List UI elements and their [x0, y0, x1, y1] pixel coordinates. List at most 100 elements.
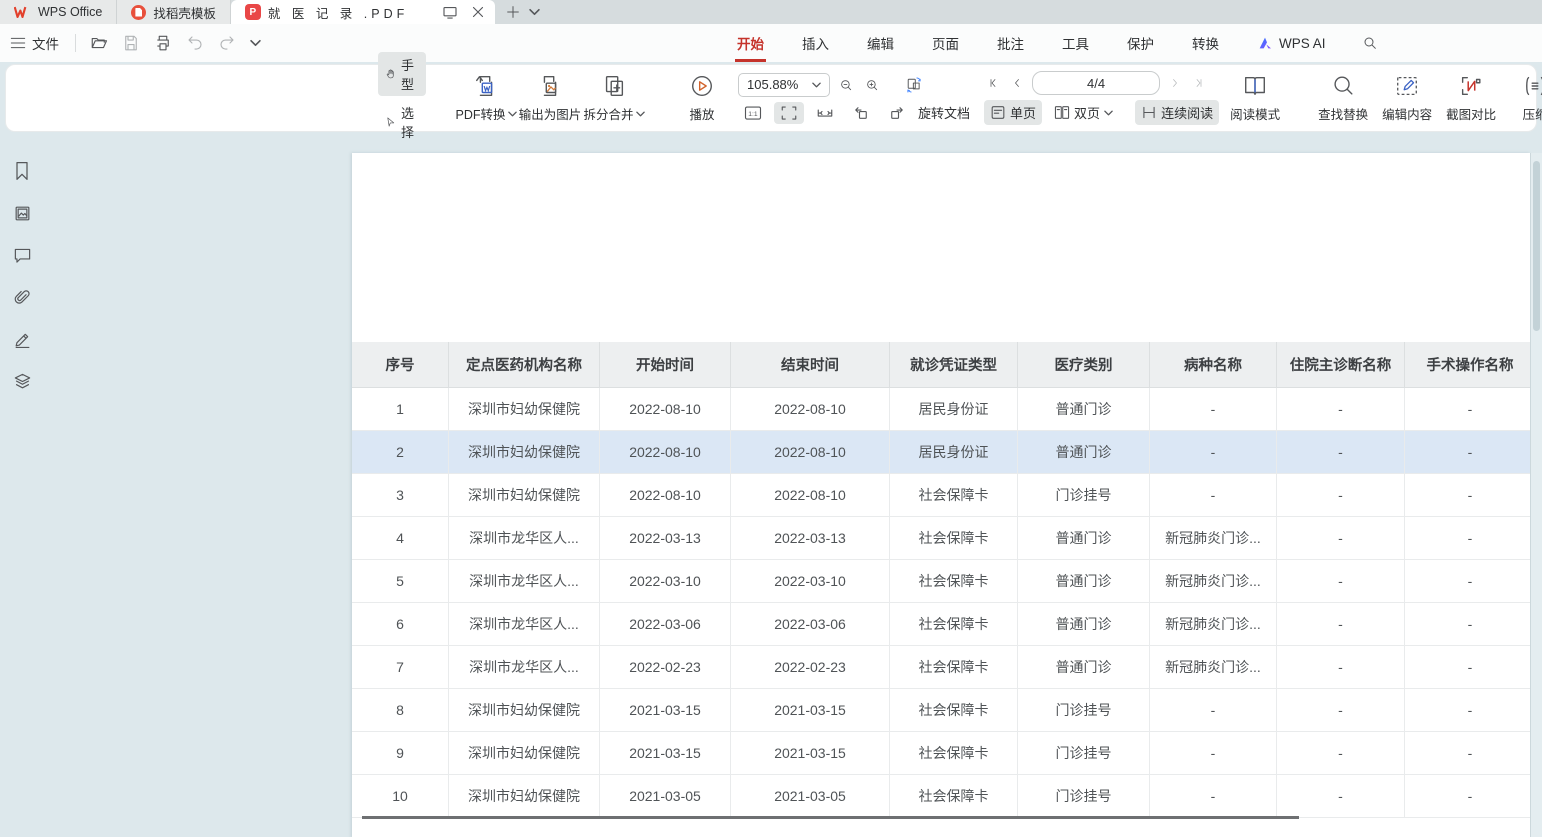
prev-page-icon[interactable]: [1008, 74, 1026, 92]
menu-tab-home[interactable]: 开始: [735, 29, 766, 57]
vertical-scrollbar[interactable]: [1530, 153, 1542, 837]
edit-content-button[interactable]: 编辑内容: [1379, 69, 1435, 127]
rotate-document-icon[interactable]: [902, 74, 926, 96]
pdf-convert-button[interactable]: PDF转换: [458, 69, 514, 127]
table-cell: 门诊挂号: [1018, 775, 1150, 818]
chevron-down-icon: [636, 111, 645, 117]
table-cell: 社会保障卡: [890, 517, 1018, 560]
pdf-convert-icon: [473, 73, 499, 99]
continuous-read-button[interactable]: 连续阅读: [1135, 100, 1219, 125]
next-page-icon[interactable]: [1166, 74, 1184, 92]
menu-tab-page[interactable]: 页面: [930, 29, 961, 57]
play-button[interactable]: 播放: [674, 69, 730, 127]
table-cell: 病种名称: [1150, 342, 1277, 388]
scrollbar-thumb[interactable]: [1533, 161, 1540, 331]
hand-tool-button[interactable]: 手型: [378, 52, 426, 96]
page-indicator-input[interactable]: 4/4: [1032, 71, 1160, 95]
rotate-right-button[interactable]: [882, 102, 912, 124]
open-folder-icon[interactable]: [90, 34, 108, 52]
monitor-icon[interactable]: [441, 3, 459, 21]
actual-size-button[interactable]: 1:1: [738, 102, 768, 124]
table-cell: 社会保障卡: [890, 474, 1018, 517]
new-tab-icon[interactable]: [505, 4, 521, 20]
menu-search-icon[interactable]: [1362, 35, 1378, 51]
find-replace-button[interactable]: 查找替换: [1315, 69, 1371, 127]
tab-document-pdf[interactable]: P 就 医 记 录 .PDF: [231, 0, 495, 24]
menu-tab-protect[interactable]: 保护: [1125, 29, 1156, 57]
table-cell: -: [1405, 646, 1530, 689]
table-cell: 2022-08-10: [600, 388, 731, 431]
table-cell: -: [1277, 474, 1405, 517]
split-merge-button[interactable]: 拆分合并: [586, 69, 642, 127]
table-cell: -: [1405, 388, 1530, 431]
fit-page-button[interactable]: [774, 102, 804, 124]
file-menu-label: 文件: [32, 33, 59, 53]
save-icon[interactable]: [122, 34, 140, 52]
tab-list-chevron-icon[interactable]: [529, 8, 540, 16]
first-page-icon[interactable]: [984, 74, 1002, 92]
table-cell: 2021-03-15: [600, 689, 731, 732]
table-cell: 2: [352, 431, 449, 474]
split-merge-icon: [601, 73, 627, 99]
menu-tab-tools[interactable]: 工具: [1060, 29, 1091, 57]
menu-tab-edit[interactable]: 编辑: [865, 29, 896, 57]
export-image-icon: [537, 73, 563, 99]
fit-width-button[interactable]: [810, 102, 840, 124]
table-cell: -: [1277, 560, 1405, 603]
file-menu-button[interactable]: 文件: [10, 33, 59, 53]
table-cell: 门诊挂号: [1018, 474, 1150, 517]
export-image-label: 输出为图片: [519, 104, 582, 123]
double-page-button[interactable]: 双页: [1048, 100, 1119, 125]
table-cell: 6: [352, 603, 449, 646]
table-row: 10深圳市妇幼保健院2021-03-052021-03-05社会保障卡门诊挂号-…: [352, 775, 1530, 818]
play-icon: [689, 73, 715, 99]
single-page-label: 单页: [1010, 103, 1036, 122]
table-cell: 2022-02-23: [731, 646, 890, 689]
table-cell: 7: [352, 646, 449, 689]
menu-tab-convert[interactable]: 转换: [1190, 29, 1221, 57]
zoom-level-select[interactable]: 105.88%: [738, 73, 830, 97]
zoom-in-icon[interactable]: [862, 75, 882, 95]
redo-icon[interactable]: [218, 34, 236, 52]
zoom-out-icon[interactable]: [836, 75, 856, 95]
table-cell: -: [1405, 474, 1530, 517]
print-icon[interactable]: [154, 34, 172, 52]
table-cell: 深圳市妇幼保健院: [449, 474, 600, 517]
close-icon[interactable]: [469, 3, 487, 21]
table-cell: -: [1277, 775, 1405, 818]
table-cell: 2022-03-06: [731, 603, 890, 646]
undo-icon[interactable]: [186, 34, 204, 52]
play-label: 播放: [690, 104, 715, 123]
rotate-left-button[interactable]: [846, 102, 876, 124]
compress-button[interactable]: 压缩: [1507, 69, 1542, 127]
table-cell: -: [1277, 431, 1405, 474]
table-cell: 普通门诊: [1018, 646, 1150, 689]
table-row: 3深圳市妇幼保健院2022-08-102022-08-10社会保障卡门诊挂号--…: [352, 474, 1530, 517]
table-cell: 就诊凭证类型: [890, 342, 1018, 388]
last-page-icon[interactable]: [1190, 74, 1208, 92]
menu-tab-wps-ai[interactable]: WPS AI: [1255, 32, 1328, 55]
table-cell: -: [1150, 732, 1277, 775]
tab-wps-office[interactable]: WPS Office: [0, 0, 117, 24]
pdf-file-icon: P: [245, 4, 261, 20]
menu-tab-comment[interactable]: 批注: [995, 29, 1026, 57]
table-cell: 深圳市龙华区人...: [449, 603, 600, 646]
table-cell: 2021-03-15: [731, 732, 890, 775]
continuous-read-label: 连续阅读: [1161, 103, 1213, 122]
read-mode-button[interactable]: 阅读模式: [1227, 69, 1283, 127]
screenshot-compare-button[interactable]: 截图对比: [1443, 69, 1499, 127]
quickbar-chevron-icon[interactable]: [250, 39, 261, 47]
table-cell: 10: [352, 775, 449, 818]
chevron-down-icon: [1104, 110, 1113, 116]
table-cell: 开始时间: [600, 342, 731, 388]
table-cell: 2021-03-15: [600, 732, 731, 775]
table-row: 9深圳市妇幼保健院2021-03-152021-03-15社会保障卡门诊挂号--…: [352, 732, 1530, 775]
tab-docer-templates[interactable]: 找稻壳模板: [117, 0, 231, 24]
table-cell: 1: [352, 388, 449, 431]
menu-tab-insert[interactable]: 插入: [800, 29, 831, 57]
rotate-document-label[interactable]: 旋转文档: [918, 103, 970, 122]
export-image-button[interactable]: 输出为图片: [522, 69, 578, 127]
single-page-button[interactable]: 单页: [984, 100, 1042, 125]
table-cell: 深圳市龙华区人...: [449, 517, 600, 560]
table-cell: -: [1277, 388, 1405, 431]
